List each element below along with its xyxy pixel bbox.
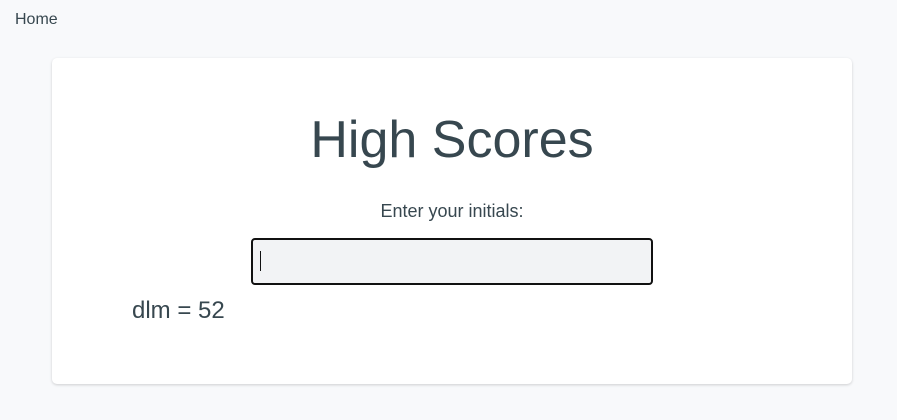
initials-input[interactable]: [251, 238, 653, 285]
score-entry: dlm = 52: [132, 297, 225, 324]
high-scores-card: High Scores Enter your initials: dlm = 5…: [52, 58, 852, 384]
text-cursor: [260, 251, 261, 271]
home-link[interactable]: Home: [15, 11, 58, 29]
page-title: High Scores: [310, 111, 594, 169]
initials-prompt-label: Enter your initials:: [380, 201, 524, 221]
score-list: dlm = 52: [132, 297, 225, 325]
